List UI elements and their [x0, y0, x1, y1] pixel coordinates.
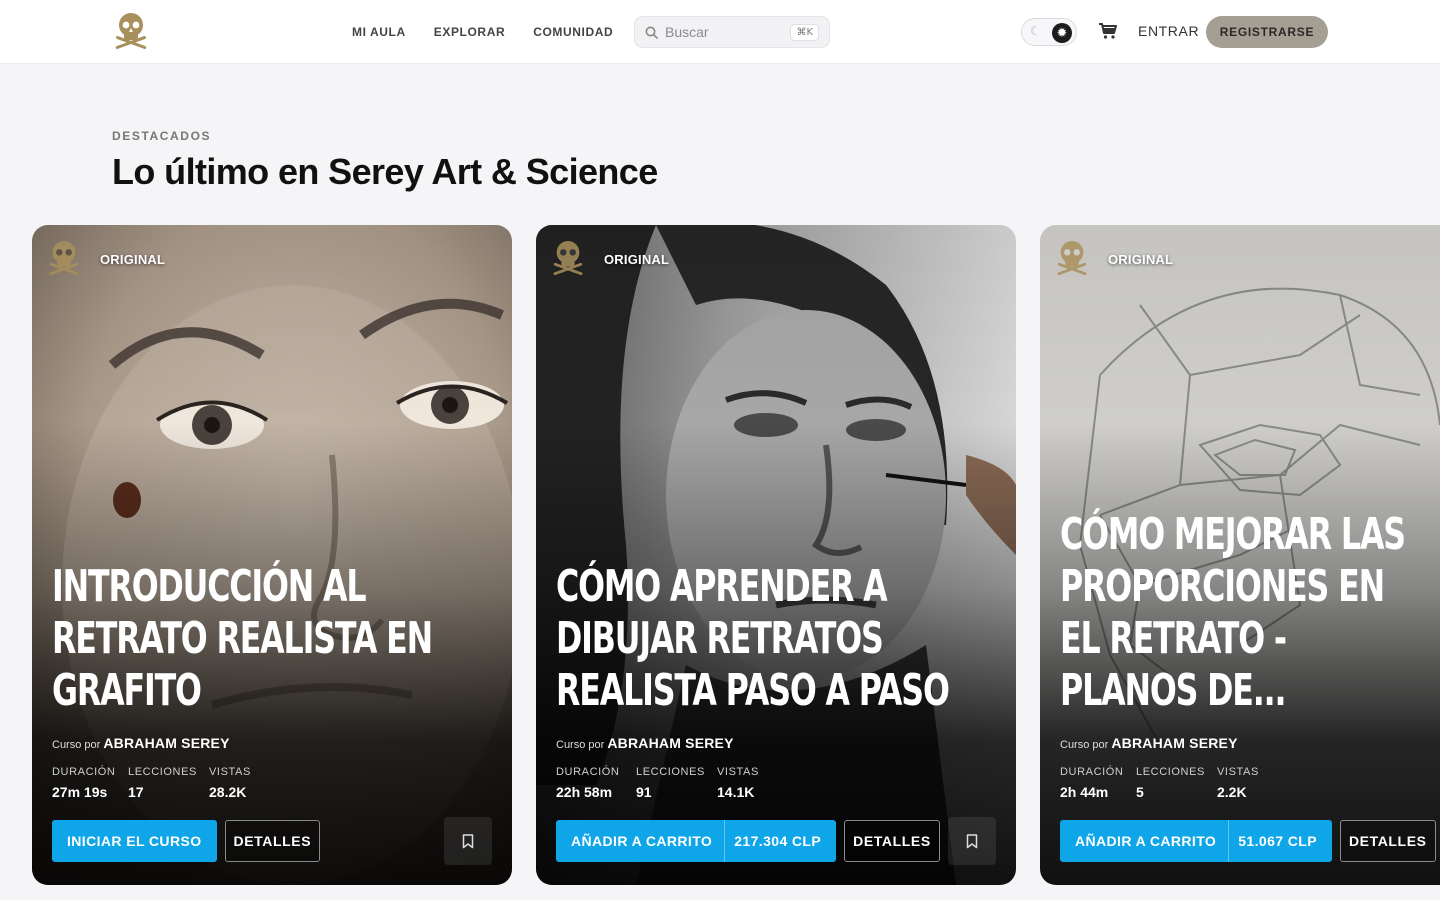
course-author: Curso por ABRAHAM SEREY: [556, 735, 734, 751]
card-actions: INICIAR EL CURSO DETALLES: [52, 820, 321, 862]
course-title[interactable]: INTRODUCCIÓN AL RETRATO REALISTA EN GRAF…: [52, 561, 484, 717]
card-actions: AÑADIR A CARRITO 217.304 CLP DETALLES: [556, 820, 940, 862]
menu-comunidad[interactable]: COMUNIDAD: [533, 25, 613, 39]
stat-value: 91: [636, 784, 652, 800]
stat-label: VISTAS: [209, 766, 251, 778]
search-icon: [645, 26, 658, 39]
bookmark-icon: [462, 833, 474, 848]
stat-label: DURACIÓN: [1060, 766, 1124, 778]
skull-badge-icon: [553, 241, 583, 276]
stat-value: 22h 58m: [556, 784, 613, 800]
course-author: Curso por ABRAHAM SEREY: [1060, 735, 1238, 751]
course-title[interactable]: CÓMO MEJORAR LAS PROPORCIONES EN EL RETR…: [1060, 509, 1427, 717]
stat-label: VISTAS: [717, 766, 759, 778]
login-link[interactable]: ENTRAR: [1138, 23, 1199, 39]
stat-value: 28.2K: [209, 784, 247, 800]
author-name[interactable]: ABRAHAM SEREY: [1111, 735, 1237, 751]
add-to-cart-label: AÑADIR A CARRITO: [1075, 833, 1217, 849]
stat-label: DURACIÓN: [556, 766, 620, 778]
course-title[interactable]: CÓMO APRENDER A DIBUJAR RETRATOS REALIST…: [556, 561, 988, 717]
stat-label: LECCIONES: [128, 766, 197, 778]
stat-value: 5: [1136, 784, 1144, 800]
add-to-cart-label: AÑADIR A CARRITO: [571, 833, 713, 849]
course-card[interactable]: ORIGINAL CÓMO MEJORAR LAS PROPORCIONES E…: [1040, 225, 1440, 885]
skull-badge-icon: [49, 241, 79, 276]
author-prefix: Curso por: [1060, 739, 1109, 751]
add-to-cart-button[interactable]: AÑADIR A CARRITO 217.304 CLP: [556, 820, 837, 862]
menu-mi-aula[interactable]: MI AULA: [352, 25, 406, 39]
button-divider: [1228, 820, 1230, 862]
main-menu: MI AULA EXPLORAR COMUNIDAD: [352, 0, 613, 64]
original-badge: ORIGINAL: [604, 252, 670, 267]
author-name[interactable]: ABRAHAM SEREY: [103, 735, 229, 751]
start-course-button[interactable]: INICIAR EL CURSO: [52, 820, 217, 862]
search-box[interactable]: ⌘K: [634, 16, 830, 48]
skull-badge-icon: [1057, 241, 1087, 276]
add-to-cart-button[interactable]: AÑADIR A CARRITO 51.067 CLP: [1060, 820, 1332, 862]
button-divider: [724, 820, 726, 862]
author-prefix: Curso por: [52, 739, 101, 751]
stat-label: LECCIONES: [636, 766, 705, 778]
course-author: Curso por ABRAHAM SEREY: [52, 735, 230, 751]
course-card[interactable]: ORIGINAL CÓMO APRENDER A DIBUJAR RETRATO…: [536, 225, 1016, 885]
sun-icon: ✹: [1052, 23, 1072, 43]
stat-label: VISTAS: [1217, 766, 1259, 778]
search-input[interactable]: [665, 24, 785, 40]
details-button[interactable]: DETALLES: [1339, 820, 1436, 862]
top-navbar: MI AULA EXPLORAR COMUNIDAD ⌘K ☾ ✹ ENTRAR…: [0, 0, 1440, 64]
course-stats: DURACIÓN 27m 19s LECCIONES 17 VISTAS 28.2K: [52, 766, 271, 800]
original-badge: ORIGINAL: [1108, 252, 1174, 267]
card-actions: AÑADIR A CARRITO 51.067 CLP DETALLES: [1060, 820, 1436, 862]
stat-label: LECCIONES: [1136, 766, 1205, 778]
section-eyebrow: DESTACADOS: [112, 129, 212, 143]
search-shortcut: ⌘K: [790, 23, 819, 41]
moon-icon: ☾: [1030, 24, 1041, 38]
author-prefix: Curso por: [556, 739, 605, 751]
course-stats: DURACIÓN 22h 58m LECCIONES 91 VISTAS 14.1K: [556, 766, 779, 800]
stat-value: 27m 19s: [52, 784, 108, 800]
details-button[interactable]: DETALLES: [224, 820, 321, 862]
stat-value: 14.1K: [717, 784, 755, 800]
stat-value: 2.2K: [1217, 784, 1247, 800]
skull-logo-icon[interactable]: [112, 10, 150, 54]
menu-explorar[interactable]: EXPLORAR: [434, 25, 505, 39]
details-button[interactable]: DETALLES: [844, 820, 940, 862]
stat-label: DURACIÓN: [52, 766, 116, 778]
bookmark-icon: [966, 833, 978, 848]
original-badge: ORIGINAL: [100, 252, 166, 267]
author-name[interactable]: ABRAHAM SEREY: [607, 735, 733, 751]
course-stats: DURACIÓN 2h 44m LECCIONES 5 VISTAS 2.2K: [1060, 766, 1279, 800]
bookmark-button[interactable]: [948, 817, 996, 865]
bookmark-button[interactable]: [444, 817, 492, 865]
register-button[interactable]: REGISTRARSE: [1206, 16, 1328, 48]
course-price: 51.067 CLP: [1238, 833, 1317, 849]
section-title: Lo último en Serey Art & Science: [112, 151, 658, 192]
cart-icon[interactable]: [1098, 21, 1118, 41]
stat-value: 17: [128, 784, 144, 800]
course-price: 217.304 CLP: [734, 833, 822, 849]
theme-toggle[interactable]: ☾ ✹: [1021, 18, 1077, 46]
course-card[interactable]: ORIGINAL INTRODUCCIÓN AL RETRATO REALIST…: [32, 225, 512, 885]
stat-value: 2h 44m: [1060, 784, 1109, 800]
